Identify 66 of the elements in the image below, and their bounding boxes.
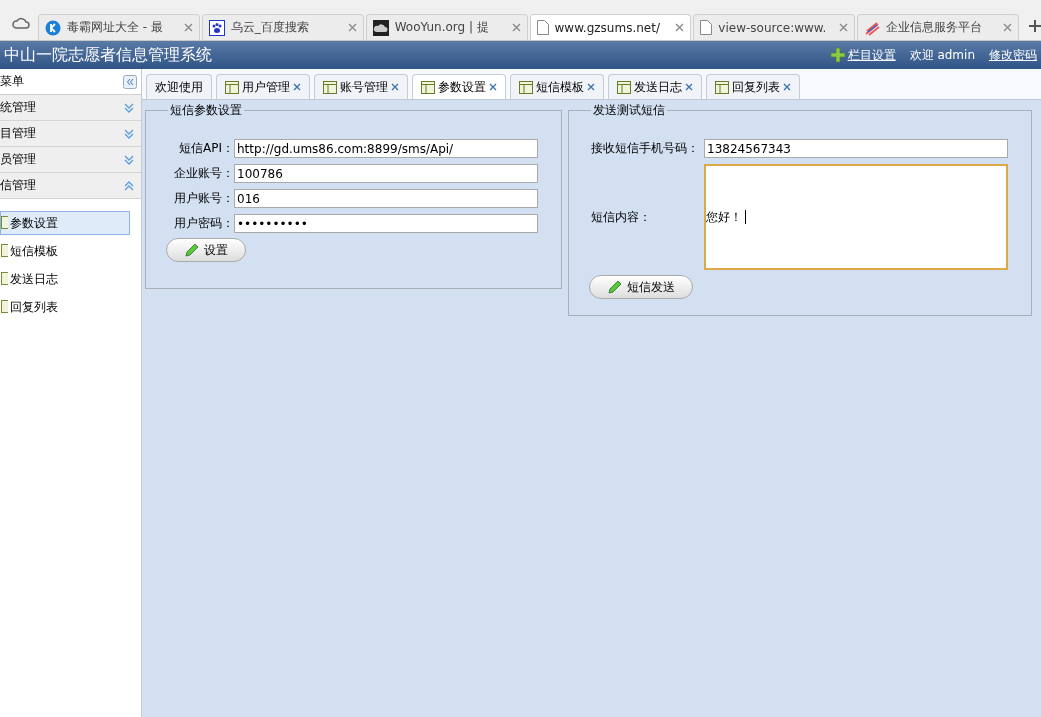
menu-item[interactable]: 短信模板 (0, 239, 130, 263)
browser-tab[interactable]: WooYun.org | 提 (365, 14, 528, 40)
tab[interactable]: 发送日志 (608, 74, 702, 99)
plus-icon (829, 47, 846, 63)
stripes-icon (864, 19, 881, 36)
welcome-text: 欢迎 admin (909, 46, 975, 64)
column-settings-link[interactable]: 栏目设置 (847, 46, 896, 64)
input-field[interactable]: •••••••••• (234, 214, 538, 233)
page-icon (536, 20, 549, 35)
pencil-icon (184, 242, 200, 258)
close-icon[interactable] (489, 83, 497, 91)
menu-group[interactable]: 统管理 (0, 95, 141, 121)
browser-tab[interactable]: 企业信息服务平台 (857, 14, 1020, 40)
tab[interactable]: 短信模板 (510, 74, 604, 99)
cloud-icon[interactable] (12, 16, 30, 30)
close-icon[interactable] (783, 83, 791, 91)
tab[interactable]: 参数设置 (412, 74, 506, 99)
browser-tab[interactable]: 乌云_百度搜索 (201, 14, 364, 40)
tab[interactable]: 账号管理 (314, 74, 408, 99)
input-field[interactable]: 016 (234, 189, 538, 208)
tab[interactable]: 回复列表 (706, 74, 800, 99)
menu-item[interactable]: 回复列表 (0, 295, 130, 319)
field-label: 用户账号： (173, 190, 234, 207)
page-icon (700, 20, 713, 35)
menu-item[interactable]: 发送日志 (0, 267, 130, 291)
collapse-icon[interactable] (123, 74, 137, 89)
new-tab-icon[interactable] (1029, 20, 1041, 32)
app-title: 中山一院志愿者信息管理系统 (4, 44, 212, 66)
field-label: 用户密码： (173, 215, 234, 232)
field-label: 企业账号： (173, 165, 234, 182)
settings-button[interactable]: 设置 (166, 238, 246, 262)
cloud-icon (372, 19, 389, 36)
tab[interactable]: 欢迎使用 (146, 74, 212, 99)
paw-icon (208, 19, 225, 36)
close-icon[interactable] (347, 23, 357, 32)
message-field[interactable]: 您好！ (704, 164, 1008, 270)
menu-group[interactable]: 目管理 (0, 121, 141, 147)
close-icon[interactable] (511, 23, 521, 32)
close-icon[interactable] (391, 83, 399, 91)
close-icon[interactable] (839, 23, 849, 32)
field-label: 接收短信手机号码： (591, 140, 700, 157)
menu-group[interactable]: 员管理 (0, 147, 141, 173)
menu-item[interactable]: 参数设置 (0, 211, 130, 235)
send-sms-button[interactable]: 短信发送 (589, 275, 693, 299)
browser-tab[interactable]: view-source:www. (693, 14, 856, 40)
k-logo-icon (45, 19, 61, 36)
field-label: 短信内容： (591, 208, 652, 226)
close-icon[interactable] (293, 83, 301, 91)
menu-title: 菜单 (0, 73, 24, 90)
input-field[interactable]: 100786 (234, 164, 538, 183)
close-icon[interactable] (685, 83, 693, 91)
close-icon[interactable] (675, 23, 685, 32)
tab[interactable]: 用户管理 (216, 74, 310, 99)
panel-title: 发送测试短信 (592, 102, 666, 119)
browser-tab[interactable]: 毒霸网址大全 - 最 (38, 14, 200, 40)
field-label: 短信API： (178, 140, 234, 157)
panel-title: 短信参数设置 (169, 102, 243, 119)
input-field[interactable]: http://gd.ums86.com:8899/sms/Api/ (234, 139, 538, 158)
menu-group[interactable]: 信管理 (0, 173, 141, 199)
close-icon[interactable] (1003, 23, 1013, 32)
close-icon[interactable] (183, 23, 193, 32)
close-icon[interactable] (587, 83, 595, 91)
phone-field[interactable]: 13824567343 (704, 139, 1008, 158)
browser-tab[interactable]: www.gzsums.net/ (529, 14, 692, 40)
change-password-link[interactable]: 修改密码 (989, 46, 1037, 64)
pencil-icon (607, 279, 623, 295)
